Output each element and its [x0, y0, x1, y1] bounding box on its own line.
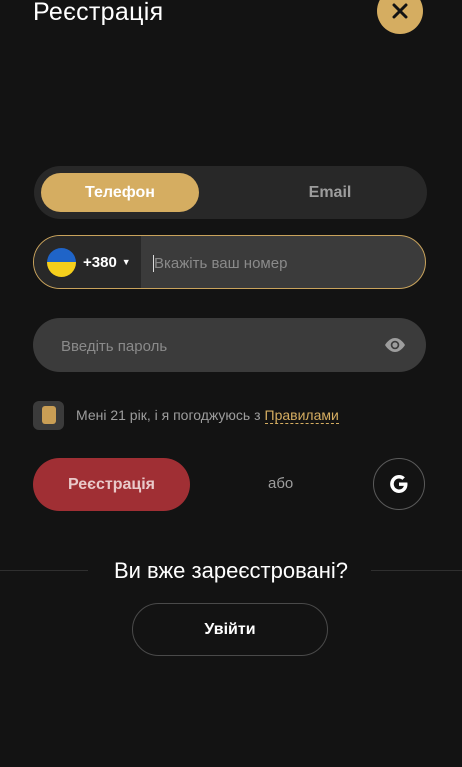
auth-method-tabs: Телефон Email [34, 166, 427, 219]
tab-email[interactable]: Email [245, 173, 415, 212]
google-signin-button[interactable] [373, 458, 425, 510]
close-button[interactable] [377, 0, 423, 34]
rules-link[interactable]: Правилами [264, 407, 339, 424]
close-icon [392, 3, 408, 19]
checkbox-indicator [41, 406, 56, 424]
already-registered-text: Ви вже зареєстровані? [113, 558, 349, 583]
country-code: +380 [83, 253, 117, 271]
login-button[interactable]: Увійти [132, 603, 328, 656]
agreement-text: Мені 21 рік, і я погоджуюсь з [76, 407, 261, 423]
google-icon [390, 475, 408, 493]
age-agreement-checkbox[interactable] [33, 400, 64, 430]
eye-icon[interactable] [383, 335, 407, 355]
caret-down-icon: ▼ [121, 257, 131, 267]
tab-phone[interactable]: Телефон [41, 173, 199, 212]
page-title: Реєстрація [33, 0, 164, 26]
password-input[interactable] [59, 318, 363, 374]
register-button[interactable]: Реєстрація [33, 458, 190, 511]
or-separator: або [268, 475, 294, 492]
phone-field: +380 ▼ [33, 235, 426, 289]
agreement-row: Мені 21 рік, і я погоджуюсь з Правилами [33, 400, 339, 430]
ukraine-flag-icon [47, 247, 76, 277]
country-code-selector[interactable]: +380 ▼ [34, 236, 141, 288]
password-field [33, 318, 426, 374]
text-cursor [153, 255, 154, 272]
phone-input[interactable] [152, 236, 416, 288]
